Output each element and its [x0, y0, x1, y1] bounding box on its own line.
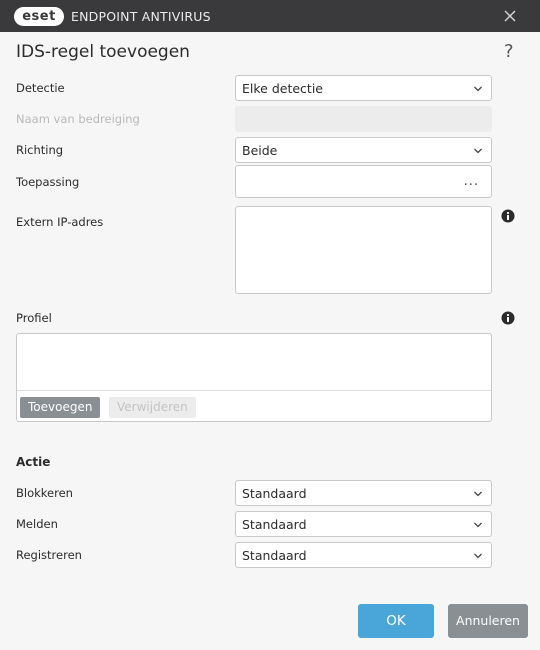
info-icon[interactable] — [501, 209, 515, 223]
block-label: Blokkeren — [16, 486, 73, 500]
action-heading: Actie — [16, 455, 51, 469]
close-button[interactable] — [498, 4, 522, 28]
threat-name-input — [235, 106, 492, 132]
divider — [17, 390, 491, 391]
ok-button[interactable]: OK — [358, 604, 434, 638]
dialog-title: IDS-regel toevoegen — [16, 42, 190, 62]
notify-value: Standaard — [242, 517, 307, 532]
info-icon[interactable] — [501, 311, 515, 325]
cancel-button[interactable]: Annuleren — [448, 604, 528, 638]
log-select[interactable]: Standaard — [235, 542, 492, 568]
detection-label: Detectie — [16, 81, 65, 95]
application-field[interactable]: ... — [235, 165, 492, 198]
direction-value: Beide — [242, 143, 278, 158]
profile-list[interactable]: Toevoegen Verwijderen — [16, 333, 492, 422]
threat-name-label: Naam van bedreiging — [16, 112, 140, 126]
application-label: Toepassing — [16, 175, 80, 189]
chevron-down-icon — [474, 553, 482, 559]
chevron-down-icon — [474, 86, 482, 92]
block-value: Standaard — [242, 486, 307, 501]
title-bar: eset ENDPOINT ANTIVIRUS — [0, 0, 540, 32]
eset-logo: eset — [14, 7, 64, 26]
chevron-down-icon — [474, 491, 482, 497]
close-icon — [504, 10, 516, 22]
log-value: Standaard — [242, 548, 307, 563]
detection-select[interactable]: Elke detectie — [235, 75, 492, 101]
chevron-down-icon — [474, 522, 482, 528]
remote-ip-label: Extern IP-adres — [16, 215, 104, 229]
ellipsis-icon[interactable]: ... — [464, 174, 479, 189]
log-label: Registreren — [16, 548, 82, 562]
chevron-down-icon — [474, 148, 482, 154]
profile-label: Profiel — [16, 311, 52, 325]
direction-select[interactable]: Beide — [235, 137, 492, 163]
notify-select[interactable]: Standaard — [235, 511, 492, 537]
block-select[interactable]: Standaard — [235, 480, 492, 506]
add-profile-button[interactable]: Toevoegen — [20, 397, 101, 418]
detection-value: Elke detectie — [242, 81, 323, 96]
product-name: ENDPOINT ANTIVIRUS — [71, 9, 211, 24]
notify-label: Melden — [16, 517, 58, 531]
direction-label: Richting — [16, 143, 64, 157]
help-icon[interactable]: ? — [504, 41, 514, 63]
remote-ip-textarea[interactable] — [235, 206, 492, 294]
remove-profile-button: Verwijderen — [109, 397, 196, 418]
